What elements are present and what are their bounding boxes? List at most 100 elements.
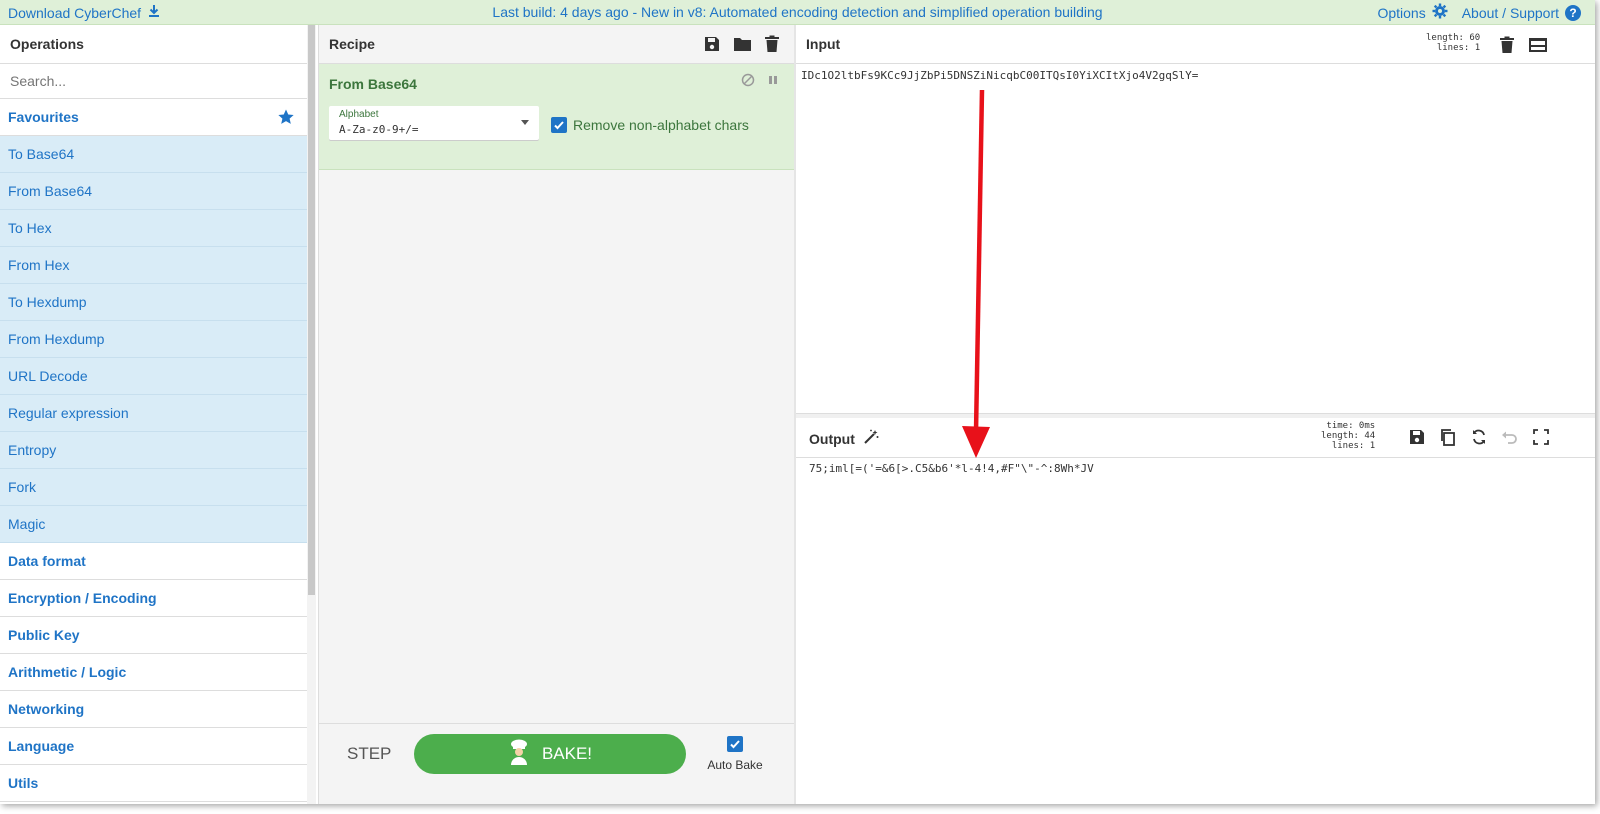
category-public-key[interactable]: Public Key (0, 617, 307, 654)
op-from-hexdump[interactable]: From Hexdump (0, 321, 307, 358)
op-to-hexdump[interactable]: To Hexdump (0, 284, 307, 321)
undo-icon[interactable] (1499, 426, 1521, 448)
op-from-hex[interactable]: From Hex (0, 247, 307, 284)
category-arithmetic-logic[interactable]: Arithmetic / Logic (0, 654, 307, 691)
reset-layout-icon[interactable] (1527, 34, 1549, 56)
category-favourites[interactable]: Favourites (0, 99, 307, 136)
checkbox-checked-icon[interactable] (551, 117, 567, 133)
clear-input-trash-icon[interactable] (1496, 34, 1518, 56)
op-from-base64[interactable]: From Base64 (0, 173, 307, 210)
bake-button[interactable]: BAKE! (414, 734, 686, 774)
op-entropy[interactable]: Entropy (0, 432, 307, 469)
category-label: Encryption / Encoding (8, 590, 157, 606)
category-label: Networking (8, 701, 85, 717)
output-stats: time: 0ms length: 44 lines: 1 (1321, 421, 1375, 451)
about-label: About / Support (1461, 4, 1559, 21)
alphabet-label: Alphabet (339, 109, 379, 120)
input-textarea[interactable]: IDc1O2ltbFs9KCc9JjZbPi5DNSZiNicqbC00ITQs… (801, 69, 1198, 82)
build-info: Last build: 4 days ago - New in v8: Auto… (0, 4, 1595, 20)
auto-bake-toggle[interactable]: Auto Bake (705, 736, 765, 772)
operations-title-text: Operations (10, 36, 84, 52)
op-url-decode[interactable]: URL Decode (0, 358, 307, 395)
help-icon: ? (1565, 4, 1581, 21)
category-language[interactable]: Language (0, 728, 307, 765)
top-banner: Download CyberChef Last build: 4 days ag… (0, 0, 1595, 25)
operation-title: From Base64 (329, 76, 417, 92)
save-recipe-icon[interactable] (701, 33, 723, 55)
operations-scrollbar[interactable] (307, 25, 316, 804)
copy-output-icon[interactable] (1437, 426, 1459, 448)
op-label: From Hex (8, 257, 70, 273)
category-label: Data format (8, 553, 86, 569)
download-cyberchef-link[interactable]: Download CyberChef (8, 4, 161, 21)
save-output-icon[interactable] (1406, 426, 1428, 448)
auto-bake-label: Auto Bake (707, 758, 763, 772)
op-label: Regular expression (8, 405, 129, 421)
category-data-format[interactable]: Data format (0, 543, 307, 580)
remove-non-alphabet-checkbox[interactable]: Remove non-alphabet chars (551, 117, 749, 133)
clear-recipe-trash-icon[interactable] (761, 33, 783, 55)
replace-input-with-output-icon[interactable] (1468, 426, 1490, 448)
op-label: To Hexdump (8, 294, 87, 310)
input-stats: length: 60 lines: 1 (1426, 33, 1480, 53)
op-fork[interactable]: Fork (0, 469, 307, 506)
download-icon (147, 4, 161, 21)
favourites-label: Favourites (8, 109, 79, 125)
scrollbar-thumb[interactable] (308, 25, 315, 595)
op-label: To Hex (8, 220, 52, 236)
op-regular-expression[interactable]: Regular expression (0, 395, 307, 432)
input-lines: lines: 1 (1436, 43, 1481, 53)
star-icon[interactable] (277, 108, 295, 126)
op-label: From Hexdump (8, 331, 105, 347)
category-utils[interactable]: Utils (0, 765, 307, 802)
input-length: length: 60 (1426, 33, 1481, 43)
step-button[interactable]: STEP (345, 744, 393, 764)
alphabet-select[interactable]: Alphabet A-Za-z0-9+/= (329, 106, 539, 140)
op-to-hex[interactable]: To Hex (0, 210, 307, 247)
chevron-down-icon (521, 120, 529, 125)
about-support-link[interactable]: About / Support ? (1461, 4, 1581, 21)
op-to-base64[interactable]: To Base64 (0, 136, 307, 173)
recipe-panel: Recipe From Base64 Alphabet A-Za-z0-9+/=… (318, 25, 796, 804)
input-title-text: Input (806, 36, 841, 52)
output-title-bar: Output time: 0ms length: 44 lines: 1 (796, 417, 1595, 458)
io-panel: Input length: 60 lines: 1 IDc1O2ltbFs9KC… (796, 25, 1595, 804)
output-time: time: 0ms (1326, 421, 1376, 431)
chef-icon (508, 739, 530, 770)
download-label: Download CyberChef (8, 4, 142, 21)
options-link[interactable]: Options (1377, 3, 1448, 22)
category-networking[interactable]: Networking (0, 691, 307, 728)
pause-icon[interactable] (767, 73, 779, 92)
build-info-text[interactable]: Last build: 4 days ago - New in v8: Auto… (492, 4, 1102, 20)
op-label: Magic (8, 516, 46, 532)
maximise-output-icon[interactable] (1530, 426, 1552, 448)
operations-panel: Operations Favourites To Base64 From Bas… (0, 25, 307, 804)
disable-icon[interactable] (741, 73, 755, 92)
alphabet-value: A-Za-z0-9+/= (339, 123, 419, 136)
op-label: From Base64 (8, 183, 93, 199)
cyberchef-window: Download CyberChef Last build: 4 days ag… (0, 0, 1595, 804)
recipe-title-text: Recipe (329, 36, 375, 52)
category-label: Language (8, 738, 75, 754)
op-label: URL Decode (8, 368, 88, 384)
output-textarea[interactable]: 75;iml[=('=&6[>.C5&b6'*l-4!4,#F"\"-^:8Wh… (809, 462, 1094, 475)
output-title: Output (809, 429, 879, 448)
output-lines: lines: 1 (1331, 441, 1376, 451)
auto-bake-checkbox-icon[interactable] (727, 736, 743, 752)
op-label: Entropy (8, 442, 57, 458)
categories-list: Data format Encryption / Encoding Public… (0, 543, 307, 802)
category-label: Arithmetic / Logic (8, 664, 127, 680)
column-separator[interactable] (794, 25, 796, 804)
search-input[interactable] (8, 72, 292, 90)
op-label: To Base64 (8, 146, 75, 162)
magic-wand-icon[interactable] (863, 429, 879, 448)
op-magic[interactable]: Magic (0, 506, 307, 543)
bake-bar: STEP BAKE! Auto Bake (319, 723, 795, 804)
op-label: Fork (8, 479, 36, 495)
category-encryption-encoding[interactable]: Encryption / Encoding (0, 580, 307, 617)
load-recipe-folder-icon[interactable] (731, 33, 753, 55)
category-label: Public Key (8, 627, 80, 643)
bake-label: BAKE! (541, 744, 593, 763)
recipe-operation-from-base64: From Base64 Alphabet A-Za-z0-9+/= Remove… (319, 64, 795, 170)
search-box (0, 64, 307, 99)
